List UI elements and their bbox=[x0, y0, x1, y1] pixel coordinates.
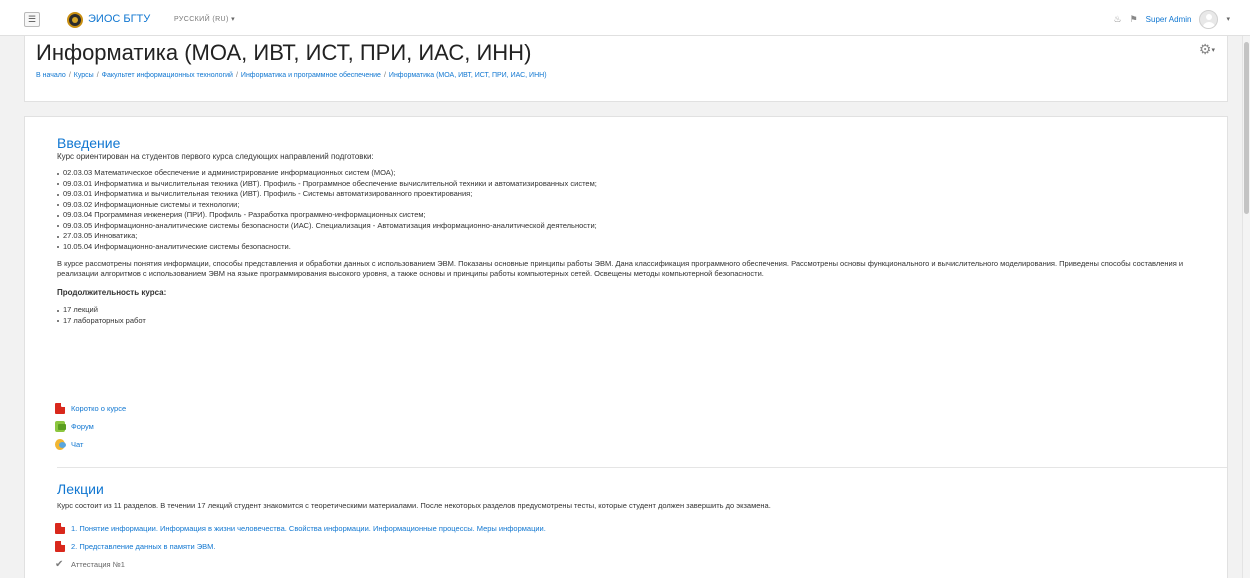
activity-label: Чат bbox=[71, 439, 84, 449]
breadcrumb-separator: / bbox=[235, 72, 238, 79]
section-intro: Введение Курс ориентирован на студентов … bbox=[57, 135, 1227, 326]
notifications-icon[interactable]: ♨ bbox=[1114, 14, 1122, 25]
page-scrollbar[interactable] bbox=[1242, 36, 1250, 578]
language-label: РУССКИЙ (RU) bbox=[174, 16, 229, 23]
breadcrumb-home[interactable]: В начало bbox=[36, 72, 66, 79]
scrollbar-thumb[interactable] bbox=[1244, 42, 1249, 214]
pdf-file-icon bbox=[55, 522, 65, 534]
chevron-down-icon: ▾ bbox=[231, 16, 236, 23]
breadcrumb-separator: / bbox=[96, 72, 99, 79]
breadcrumb-course[interactable]: Информатика (МОА, ИВТ, ИСТ, ПРИ, ИАС, ИН… bbox=[389, 72, 547, 79]
course-description: В курсе рассмотрены понятия информации, … bbox=[57, 259, 1184, 278]
lectures-activities: 1. Понятие информации. Информация в жизн… bbox=[55, 521, 1227, 571]
course-content: Введение Курс ориентирован на студентов … bbox=[24, 116, 1228, 578]
activity-label: Форум bbox=[71, 421, 94, 431]
pdf-file-icon bbox=[55, 540, 65, 552]
user-nav: ♨ ⚑ Super Admin ▾ bbox=[1114, 9, 1230, 29]
language-menu[interactable]: РУССКИЙ (RU) ▾ bbox=[174, 15, 235, 23]
user-name-link[interactable]: Super Admin bbox=[1146, 15, 1192, 24]
section-lectures: Лекции Курс состоит из 11 разделов. В те… bbox=[55, 481, 1227, 571]
user-menu-chevron-icon[interactable]: ▾ bbox=[1226, 15, 1230, 23]
list-item: 09.03.05 Информационно-аналитические сис… bbox=[57, 221, 1227, 232]
breadcrumb: В начало / Курсы / Факультет информационных … bbox=[36, 72, 547, 79]
chevron-down-icon: ▾ bbox=[1211, 47, 1215, 54]
activity-attestation-1[interactable]: ✔ Аттестация №1 bbox=[55, 557, 1227, 571]
pdf-file-icon bbox=[55, 402, 65, 414]
section-divider bbox=[57, 467, 1227, 468]
breadcrumb-separator: / bbox=[383, 72, 386, 79]
list-item: 17 лабораторных работ bbox=[57, 316, 1227, 327]
list-item: 10.05.04 Информационно-аналитические сис… bbox=[57, 242, 1227, 253]
page-header: Информатика (МОА, ИВТ, ИСТ, ПРИ, ИАС, ИН… bbox=[24, 36, 1228, 102]
section-title[interactable]: Лекции bbox=[57, 481, 1227, 497]
activity-forum[interactable]: Форум bbox=[55, 419, 1225, 433]
breadcrumb-separator: / bbox=[68, 72, 71, 79]
section-title[interactable]: Введение bbox=[57, 135, 1227, 151]
activity-label: Аттестация №1 bbox=[71, 559, 125, 569]
breadcrumb-courses[interactable]: Курсы bbox=[74, 72, 94, 79]
list-item: 17 лекций bbox=[57, 305, 1227, 316]
activity-about-course[interactable]: Коротко о курсе bbox=[55, 401, 1225, 415]
site-logo-icon[interactable] bbox=[67, 12, 83, 28]
activity-label: 2. Представление данных в памяти ЭВМ. bbox=[71, 541, 216, 551]
intro-activities: Коротко о курсе Форум Чат bbox=[55, 401, 1225, 451]
gear-icon: ⚙ bbox=[1198, 41, 1212, 57]
list-item: 09.03.02 Информационные системы и технол… bbox=[57, 200, 1227, 211]
section-lead: Курс ориентирован на студентов первого к… bbox=[57, 152, 374, 161]
forum-icon bbox=[55, 420, 66, 432]
breadcrumb-faculty[interactable]: Факультет информационных технологий bbox=[102, 72, 233, 79]
programs-list: 02.03.03 Математическое обеспечение и ад… bbox=[57, 168, 1227, 252]
messages-icon[interactable]: ⚑ bbox=[1130, 14, 1138, 25]
user-avatar[interactable] bbox=[1199, 9, 1219, 29]
duration-label: Продолжительность курса: bbox=[57, 288, 167, 297]
top-navbar: ☰ ЭИОС БГТУ РУССКИЙ (RU) ▾ ♨ ⚑ Super Adm… bbox=[0, 0, 1250, 36]
site-name-link[interactable]: ЭИОС БГТУ bbox=[88, 13, 150, 25]
activity-chat[interactable]: Чат bbox=[55, 437, 1225, 451]
list-item: 09.03.04 Программная инженерия (ПРИ). Пр… bbox=[57, 210, 1227, 221]
list-item: 27.03.05 Инноватика; bbox=[57, 231, 1227, 242]
list-item: 09.03.01 Информатика и вычислительная те… bbox=[57, 189, 1227, 200]
checkmark-icon: ✔ bbox=[55, 558, 64, 570]
activity-label: Коротко о курсе bbox=[71, 403, 127, 413]
course-settings-menu[interactable]: ⚙▾ bbox=[1199, 41, 1215, 58]
activity-lecture-2[interactable]: 2. Представление данных в памяти ЭВМ. bbox=[55, 539, 1227, 553]
list-item: 02.03.03 Математическое обеспечение и ад… bbox=[57, 168, 1227, 179]
activity-label: 1. Понятие информации. Информация в жизн… bbox=[71, 523, 546, 533]
activity-lecture-1[interactable]: 1. Понятие информации. Информация в жизн… bbox=[55, 521, 1227, 535]
duration-list: 17 лекций 17 лабораторных работ bbox=[57, 305, 1227, 326]
list-item: 09.03.01 Информатика и вычислительная те… bbox=[57, 179, 1227, 190]
chat-icon bbox=[55, 438, 66, 450]
menu-toggle-button[interactable]: ☰ bbox=[24, 12, 40, 27]
breadcrumb-department[interactable]: Информатика и программное обеспечение bbox=[241, 72, 381, 79]
section-description: Курс состоит из 11 разделов. В течении 1… bbox=[57, 501, 771, 510]
page-title: Информатика (МОА, ИВТ, ИСТ, ПРИ, ИАС, ИН… bbox=[36, 40, 532, 65]
